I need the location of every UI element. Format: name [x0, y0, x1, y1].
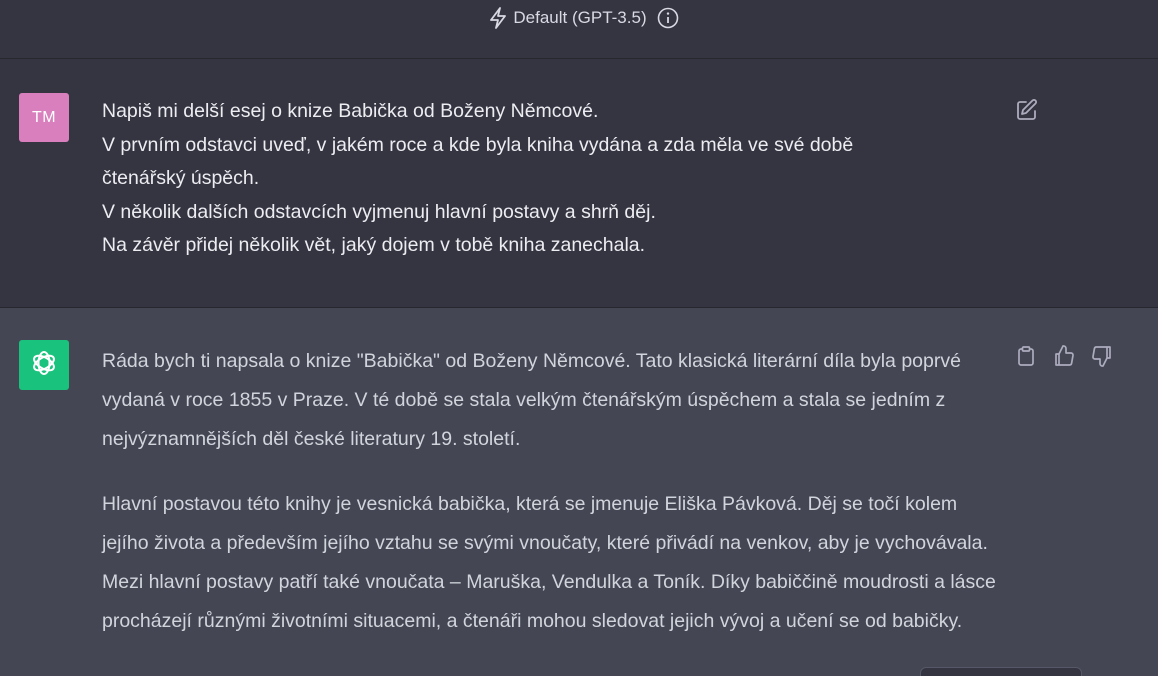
assistant-message: Ráda bych ti napsala o knize "Babička" o…	[0, 308, 1158, 676]
user-message: TM Napiš mi delší esej o knize Babička o…	[0, 59, 1158, 308]
edit-icon	[1015, 99, 1039, 126]
avatar-initials: TM	[31, 108, 57, 126]
user-message-text: Napiš mi delší esej o knize Babička od B…	[102, 95, 982, 263]
info-icon[interactable]	[657, 7, 679, 29]
user-message-line: V několik dalších odstavcích vyjmenuj hl…	[102, 200, 656, 223]
user-message-line: V prvním odstavci uveď, v jakém roce a k…	[102, 133, 854, 156]
model-selector[interactable]: Default (GPT-3.5)	[489, 7, 678, 29]
user-message-line: Napiš mi delší esej o knize Babička od B…	[102, 100, 599, 122]
thumbs-down-icon	[1090, 344, 1114, 373]
copy-button[interactable]	[1014, 345, 1038, 372]
lightning-icon	[489, 7, 507, 29]
assistant-paragraph: Hlavní postavou této knihy je vesnická b…	[102, 493, 996, 632]
assistant-paragraph: Ráda bych ti napsala o knize "Babička" o…	[102, 350, 961, 450]
copy-icon	[1015, 345, 1037, 372]
user-message-line: čtenářský úspěch.	[102, 167, 260, 189]
user-message-line: Na závěr přidej několik vět, jaký dojem …	[102, 234, 646, 256]
assistant-avatar	[19, 340, 69, 390]
openai-logo-icon	[29, 348, 59, 383]
chat-page: Default (GPT-3.5) TM Napiš mi delší esej…	[0, 0, 1158, 676]
edit-button[interactable]	[1015, 98, 1039, 122]
model-header: Default (GPT-3.5)	[0, 0, 1158, 59]
assistant-message-text: Ráda bych ti napsala o knize "Babička" o…	[102, 342, 1002, 667]
message-actions	[1014, 344, 1114, 373]
thumbs-down-button[interactable]	[1090, 344, 1114, 373]
thumbs-up-icon	[1052, 344, 1076, 373]
avatar: TM	[19, 93, 69, 142]
regenerate-button[interactable]	[920, 667, 1082, 676]
model-label: Default (GPT-3.5)	[513, 8, 647, 27]
thumbs-up-button[interactable]	[1052, 344, 1076, 373]
